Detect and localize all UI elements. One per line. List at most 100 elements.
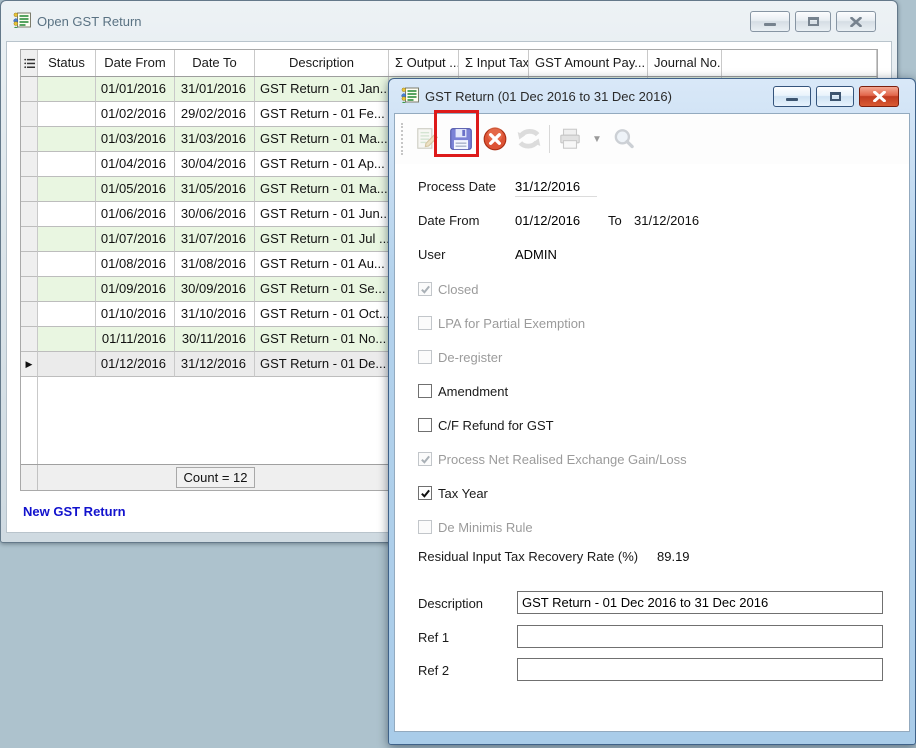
status-cell[interactable]	[38, 152, 96, 177]
description-cell[interactable]: GST Return - 01 Fe...	[255, 102, 389, 127]
column-header-status[interactable]: Status	[38, 50, 96, 76]
status-cell[interactable]	[38, 227, 96, 252]
status-cell[interactable]	[38, 177, 96, 202]
date-to-cell[interactable]: 31/03/2016	[175, 127, 255, 152]
status-cell[interactable]	[38, 77, 96, 102]
minimize-button[interactable]	[750, 11, 790, 32]
date-from-cell[interactable]: 01/03/2016	[96, 127, 175, 152]
to-label: To	[608, 211, 622, 231]
checkbox-de-register	[418, 350, 432, 364]
column-header-journal-no[interactable]: Journal No.	[648, 50, 722, 76]
status-cell[interactable]	[38, 352, 96, 377]
date-to-cell[interactable]: 30/06/2016	[175, 202, 255, 227]
date-from-cell[interactable]: 01/02/2016	[96, 102, 175, 127]
close-button[interactable]	[836, 11, 876, 32]
date-from-cell[interactable]: 01/05/2016	[96, 177, 175, 202]
description-cell[interactable]: GST Return - 01 Jul ...	[255, 227, 389, 252]
date-from-value[interactable]: 01/12/2016	[515, 211, 580, 231]
date-from-cell[interactable]: 01/09/2016	[96, 277, 175, 302]
description-cell[interactable]: GST Return - 01 Oct...	[255, 302, 389, 327]
status-cell[interactable]	[38, 327, 96, 352]
date-to-cell[interactable]: 31/07/2016	[175, 227, 255, 252]
checkbox-label: Process Net Realised Exchange Gain/Loss	[438, 452, 687, 467]
status-cell[interactable]	[38, 302, 96, 327]
date-to-cell[interactable]: 30/09/2016	[175, 277, 255, 302]
date-from-cell[interactable]: 01/04/2016	[96, 152, 175, 177]
status-cell[interactable]	[38, 252, 96, 277]
description-cell[interactable]: GST Return - 01 No...	[255, 327, 389, 352]
ref2-input[interactable]	[517, 658, 883, 681]
checkbox-amendment[interactable]	[418, 384, 432, 398]
date-to-value[interactable]: 31/12/2016	[634, 211, 699, 231]
row-indicator-cell[interactable]	[21, 227, 38, 252]
checkbox-de-minimis-rule	[418, 520, 432, 534]
status-cell[interactable]	[38, 102, 96, 127]
date-to-cell[interactable]: 31/10/2016	[175, 302, 255, 327]
date-from-cell[interactable]: 01/06/2016	[96, 202, 175, 227]
date-to-cell[interactable]: 31/08/2016	[175, 252, 255, 277]
date-from-cell[interactable]: 01/01/2016	[96, 77, 175, 102]
row-indicator-cell[interactable]: ▶	[21, 352, 38, 377]
window-title: Open GST Return	[37, 14, 142, 29]
ref1-input[interactable]	[517, 625, 883, 648]
description-cell[interactable]: GST Return - 01 Jun...	[255, 202, 389, 227]
cancel-button[interactable]	[481, 124, 509, 154]
row-indicator-cell[interactable]	[21, 327, 38, 352]
description-cell[interactable]: GST Return - 01 Ma...	[255, 177, 389, 202]
date-from-cell[interactable]: 01/10/2016	[96, 302, 175, 327]
minimize-button[interactable]	[773, 86, 811, 107]
grid-header: Status Date From Date To Description Σ O…	[21, 50, 877, 77]
new-gst-return-link[interactable]: New GST Return	[23, 504, 126, 519]
description-cell[interactable]: GST Return - 01 Se...	[255, 277, 389, 302]
description-cell[interactable]: GST Return - 01 Au...	[255, 252, 389, 277]
row-indicator-header[interactable]	[21, 50, 38, 76]
toolbar-grip[interactable]	[401, 123, 405, 155]
description-cell[interactable]: GST Return - 01 De...	[255, 352, 389, 377]
date-to-cell[interactable]: 30/04/2016	[175, 152, 255, 177]
close-button[interactable]	[859, 86, 899, 107]
description-cell[interactable]: GST Return - 01 Ma...	[255, 127, 389, 152]
gst-return-dialog: GST Return (01 Dec 2016 to 31 Dec 2016)	[388, 78, 916, 745]
row-indicator-cell[interactable]	[21, 102, 38, 127]
checkbox-tax-year[interactable]	[418, 486, 432, 500]
date-to-cell[interactable]: 31/01/2016	[175, 77, 255, 102]
date-to-cell[interactable]: 30/11/2016	[175, 327, 255, 352]
save-button[interactable]	[447, 124, 475, 154]
row-indicator-cell[interactable]	[21, 127, 38, 152]
column-header-date-from[interactable]: Date From	[96, 50, 175, 76]
row-indicator-cell[interactable]	[21, 152, 38, 177]
date-from-cell[interactable]: 01/11/2016	[96, 327, 175, 352]
date-to-cell[interactable]: 31/05/2016	[175, 177, 255, 202]
description-input[interactable]	[517, 591, 883, 614]
row-indicator-cell[interactable]	[21, 277, 38, 302]
maximize-button[interactable]	[816, 86, 854, 107]
status-cell[interactable]	[38, 202, 96, 227]
checkbox-closed	[418, 282, 432, 296]
column-header-gst-amount[interactable]: GST Amount Pay...	[529, 50, 648, 76]
checkbox-c-f-refund-for-gst[interactable]	[418, 418, 432, 432]
date-to-cell[interactable]: 29/02/2016	[175, 102, 255, 127]
maximize-button[interactable]	[795, 11, 831, 32]
date-from-cell[interactable]: 01/07/2016	[96, 227, 175, 252]
column-header-output-tax[interactable]: Σ Output ...	[389, 50, 459, 76]
date-to-cell[interactable]: 31/12/2016	[175, 352, 255, 377]
row-indicator-cell[interactable]	[21, 202, 38, 227]
date-from-cell[interactable]: 01/08/2016	[96, 252, 175, 277]
row-indicator-cell[interactable]	[21, 77, 38, 102]
row-indicator-cell[interactable]	[21, 252, 38, 277]
column-header-input-tax[interactable]: Σ Input Tax	[459, 50, 529, 76]
column-header-description[interactable]: Description	[255, 50, 389, 76]
open-gst-return-titlebar[interactable]: Open GST Return	[1, 1, 897, 41]
gst-return-titlebar[interactable]: GST Return (01 Dec 2016 to 31 Dec 2016)	[389, 79, 915, 113]
check-icon	[420, 454, 431, 465]
description-cell[interactable]: GST Return - 01 Jan...	[255, 77, 389, 102]
status-cell[interactable]	[38, 127, 96, 152]
row-indicator-cell[interactable]	[21, 302, 38, 327]
description-cell[interactable]: GST Return - 01 Ap...	[255, 152, 389, 177]
row-indicator-cell[interactable]	[21, 177, 38, 202]
status-cell[interactable]	[38, 277, 96, 302]
process-date-value[interactable]: 31/12/2016	[515, 177, 597, 197]
edit-button	[413, 124, 441, 154]
column-header-date-to[interactable]: Date To	[175, 50, 255, 76]
date-from-cell[interactable]: 01/12/2016	[96, 352, 175, 377]
